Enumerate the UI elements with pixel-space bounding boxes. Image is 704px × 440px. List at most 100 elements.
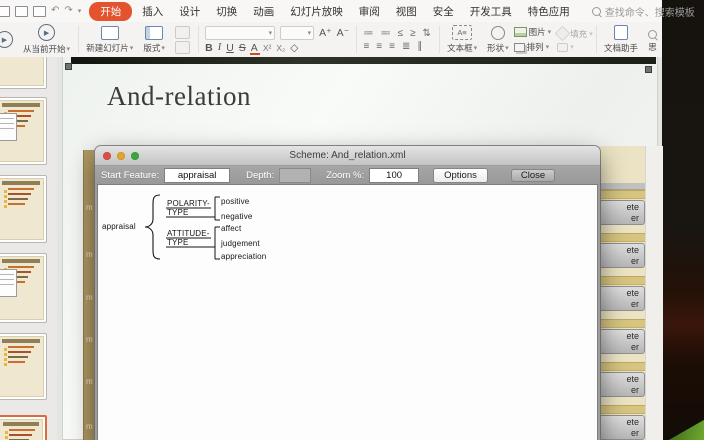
redo-icon[interactable]: ↷: [64, 6, 72, 16]
preview-button[interactable]: ▶: [0, 22, 18, 57]
italic-button[interactable]: I: [218, 42, 222, 54]
play-from-current-button[interactable]: ▶ 从当前开始 ▾: [18, 22, 75, 57]
line-spacing-button[interactable]: ⇅: [422, 28, 431, 39]
align-left-button[interactable]: ≡: [363, 41, 370, 52]
selection-handle[interactable]: [645, 66, 652, 73]
svg-text:POLARITY-: POLARITY-: [167, 199, 210, 208]
bullets-button[interactable]: ≔: [363, 28, 374, 39]
slide-thumbnail-6[interactable]: [0, 415, 47, 440]
menu-tab-6[interactable]: 审阅: [351, 2, 388, 21]
slide-thumbnail-2[interactable]: [0, 97, 47, 165]
subscript-button[interactable]: X₂: [276, 44, 285, 53]
clipped-button-text: er: [630, 384, 639, 395]
superscript-button[interactable]: X²: [263, 44, 272, 53]
new-slide-button[interactable]: 新建幻灯片 ▾: [81, 22, 138, 57]
doc-assistant-icon: [613, 25, 628, 40]
options-button[interactable]: Options: [433, 168, 488, 183]
background-row-buttons[interactable]: ete er: [598, 372, 645, 397]
background-window-header: [598, 183, 645, 190]
align-right-button[interactable]: ≡: [389, 41, 396, 52]
picture-icon: [513, 27, 527, 37]
menu-tab-1[interactable]: 插入: [134, 2, 171, 21]
shrink-font-button[interactable]: A⁻: [337, 27, 350, 39]
justify-button[interactable]: ≣: [402, 41, 411, 52]
menu-tab-8[interactable]: 安全: [425, 2, 462, 21]
menu-tab-0[interactable]: 开始: [89, 1, 133, 21]
command-search[interactable]: 查找命令、搜索模板: [591, 4, 695, 19]
new-slide-icon: [100, 25, 119, 40]
chevron-down-icon: ▾: [589, 30, 593, 38]
align-center-button[interactable]: ≡: [376, 41, 383, 52]
outline-button[interactable]: ▾: [557, 42, 593, 52]
clear-format-button[interactable]: ◇: [290, 43, 298, 54]
traffic-lights: [103, 151, 139, 160]
slide-thumbnail-3[interactable]: [0, 175, 47, 243]
columns-button[interactable]: ∥: [417, 41, 423, 52]
shapes-button[interactable]: 形状 ▾: [482, 22, 514, 57]
font-size-select[interactable]: ▾: [280, 25, 315, 40]
menu-tab-2[interactable]: 设计: [171, 2, 208, 21]
clipped-button-text: ete: [626, 331, 639, 342]
start-feature-input[interactable]: [164, 168, 231, 183]
background-row-label-fragment: m: [86, 335, 93, 344]
thumbnail-dialog-preview: [0, 113, 17, 141]
indent-increase-button[interactable]: ≥: [410, 28, 417, 39]
arrange-button[interactable]: 排列 ▾: [513, 41, 552, 53]
chevron-down-icon: ▾: [66, 46, 71, 53]
font-color-button[interactable]: A: [249, 43, 260, 55]
close-window-icon[interactable]: [103, 151, 111, 160]
print-preview-icon[interactable]: [33, 5, 46, 17]
slide-thumbnail-1[interactable]: [0, 57, 47, 89]
strikethrough-button[interactable]: S: [239, 43, 246, 54]
quick-access-dropdown-icon[interactable]: ▾: [78, 8, 82, 15]
selection-handle[interactable]: [65, 63, 72, 70]
slide-thumbnail-4[interactable]: [0, 253, 47, 323]
dialog-title-bar[interactable]: Scheme: And_relation.xml: [95, 146, 600, 166]
menu-tab-9[interactable]: 开发工具: [462, 2, 520, 21]
indent-decrease-button[interactable]: ≤: [397, 28, 404, 39]
menu-tab-4[interactable]: 动画: [245, 2, 282, 21]
grow-font-button[interactable]: A⁺: [319, 27, 332, 39]
bold-button[interactable]: B: [205, 43, 213, 54]
search-placeholder: 查找命令、搜索模板: [604, 7, 695, 19]
thumbnail-content: [0, 336, 44, 397]
background-row-buttons[interactable]: ete er: [598, 243, 645, 268]
text-box-button[interactable]: A≡ 文本框 ▾: [442, 22, 482, 57]
save-icon[interactable]: [0, 5, 10, 17]
layout-button[interactable]: 版式 ▾: [138, 22, 170, 57]
slide-title[interactable]: And-relation: [107, 81, 251, 112]
menu-tab-3[interactable]: 切换: [208, 2, 245, 21]
clipped-button-text: ete: [626, 245, 639, 256]
doc-assistant-button[interactable]: 文档助手: [599, 22, 643, 57]
undo-icon[interactable]: ↶: [51, 6, 59, 16]
slide-thumbnail-5[interactable]: [0, 333, 47, 400]
font-name-select[interactable]: ▾: [205, 25, 276, 40]
menu-tab-10[interactable]: 特色应用: [520, 2, 578, 21]
numbering-button[interactable]: ≕: [380, 28, 391, 39]
print-icon[interactable]: [15, 5, 28, 17]
thumbnail-content: [0, 419, 43, 440]
zoom-input[interactable]: [369, 168, 420, 183]
depth-input[interactable]: [279, 168, 312, 183]
underline-button[interactable]: U: [226, 43, 234, 54]
picture-button[interactable]: 图片 ▾: [513, 26, 551, 38]
clipped-button-text: er: [630, 427, 639, 438]
menu-tab-7[interactable]: 视图: [388, 2, 425, 21]
zoom-window-icon[interactable]: [131, 151, 139, 160]
background-row-buttons[interactable]: ete er: [598, 286, 645, 311]
background-row-buttons[interactable]: ete er: [598, 200, 645, 225]
paragraph-group: ≔ ≕ ≤ ≥ ⇅ ≡ ≡ ≡ ≣ ∥: [359, 22, 435, 57]
chevron-down-icon: ▾: [161, 44, 165, 52]
minimize-window-icon[interactable]: [117, 151, 125, 160]
paste-icon[interactable]: [174, 25, 190, 39]
background-row-buttons[interactable]: ete er: [598, 329, 645, 354]
close-button[interactable]: Close: [510, 169, 556, 182]
background-row-buttons[interactable]: ete er: [598, 415, 645, 440]
format-painter-icon[interactable]: [174, 40, 190, 54]
thumbnail-dialog-preview: [0, 269, 17, 297]
fill-button[interactable]: 填充 ▾: [554, 25, 593, 42]
slide-thumbnail-panel: [0, 57, 58, 440]
arrange-label: 排列: [526, 42, 544, 52]
mindmap-button[interactable]: 思: [643, 22, 662, 57]
menu-tab-5[interactable]: 幻灯片放映: [282, 2, 351, 21]
